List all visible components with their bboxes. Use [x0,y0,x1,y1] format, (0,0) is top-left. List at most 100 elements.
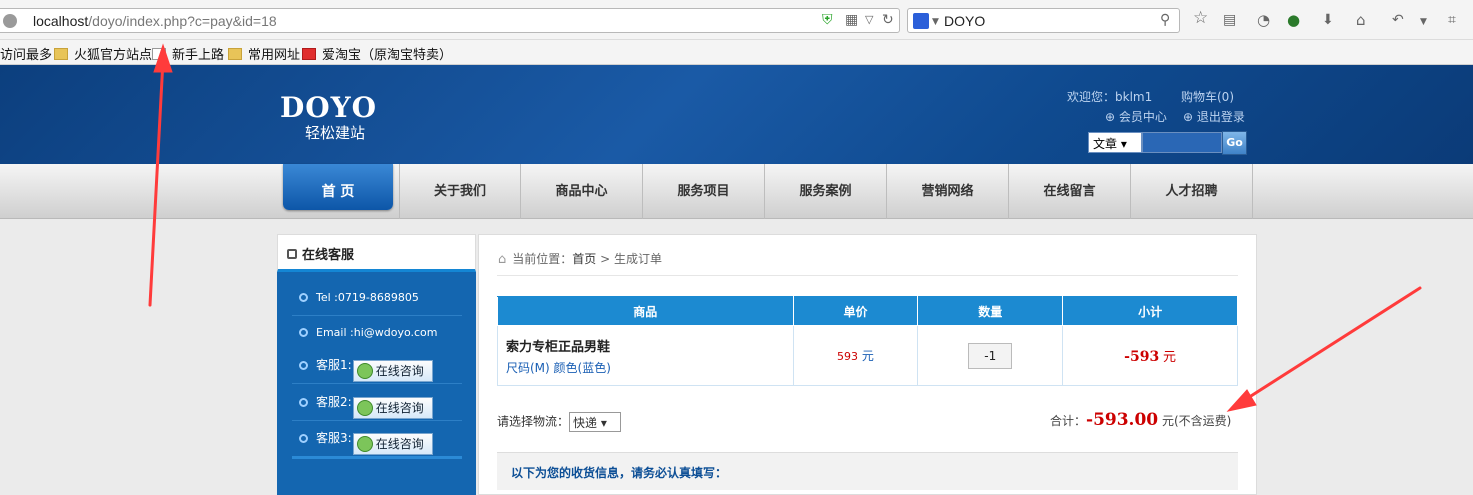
table-header-row: 商品 单价 数量 小计 [497,296,1238,326]
qrcode-icon[interactable]: ▦ [845,12,858,28]
unit-price: 593 [837,350,859,363]
table-row: 索力专柜正品男鞋 尺码(M) 颜色(蓝色) 593 元 -1 -593 元 [497,325,1238,386]
product-attrs: 尺码(M) 颜色(蓝色) [506,360,611,375]
chat-button-2[interactable]: 在线咨询 [352,397,433,419]
sidebar-service-3: 客服3: 在线咨询 [299,429,433,455]
download-icon[interactable]: ⬇ [1322,12,1334,28]
logo-slogan: 轻松建站 [305,124,366,142]
col-product: 商品 [497,296,794,326]
divider [292,315,462,316]
url-bar[interactable]: localhost/doyo/index.php?c=pay&id=18 [0,8,900,33]
square-bullet-icon [287,249,297,259]
search-text[interactable]: DOYO [944,13,985,29]
cart-link[interactable]: 购物车(0) [1181,88,1234,105]
search-engine-icon[interactable] [913,13,929,29]
shipping-row: 请选择物流： 快递 ▾ [497,412,622,432]
chevron-down-icon[interactable]: ▼ [932,14,939,30]
site-header [0,65,1473,164]
nav-home[interactable]: 首 页 [283,164,393,210]
reading-list-icon[interactable]: ▤ [1223,12,1236,28]
breadcrumb-home[interactable]: 首页 [572,252,596,266]
order-table: 商品 单价 数量 小计 索力专柜正品男鞋 尺码(M) 颜色(蓝色) 593 元 … [497,296,1238,386]
sidebar-header: 在线客服 [277,234,476,272]
nav-about[interactable]: 关于我们 [399,164,521,219]
logout-link[interactable]: ⊕ 退出登录 [1183,108,1245,125]
magnifier-icon[interactable]: ⚲ [1160,12,1170,28]
nav-message[interactable]: 在线留言 [1009,164,1131,219]
search-go-button[interactable]: Go [1222,131,1247,155]
chat-button-1[interactable]: 在线咨询 [352,360,433,382]
divider [292,456,462,459]
nav-products[interactable]: 商品中心 [521,164,643,219]
breadcrumb-current: 生成订单 [614,252,663,266]
bookmark-firefox-official[interactable]: 火狐官方站点 [54,44,152,63]
search-bar[interactable]: ▼ DOYO ⚲ [907,8,1180,33]
logo-text: DOYO [280,91,378,124]
col-unit-price: 单价 [792,296,919,326]
annotation-arrow-line [1238,286,1422,405]
qty-cell: -1 [917,325,1064,386]
circle-bullet-icon [299,361,308,370]
total-label: 合计： [1050,414,1087,428]
subtotal-cell: -593 元 [1062,325,1238,386]
nav-cases[interactable]: 服务案例 [765,164,887,219]
divider [292,420,462,421]
shipping-info-notice: 以下为您的收货信息，请务必认真填写： [497,452,1238,490]
order-total: 合计：-593.00 元(不含运费) [1050,410,1231,430]
shield-icon[interactable]: ⛨ [822,12,833,28]
chat-icon [356,400,373,416]
globe-icon [3,14,17,28]
bookmark-aitaobao[interactable]: 爱淘宝（原淘宝特卖） [302,44,452,63]
folder-icon [54,48,68,60]
bookmark-getting-started[interactable]: 新手上路 [152,44,224,63]
chat-icon [356,363,373,379]
product-name[interactable]: 索力专柜正品男鞋 [506,336,793,355]
col-subtotal: 小计 [1062,296,1238,326]
bookmark-common-sites[interactable]: 常用网址 [228,44,300,63]
col-quantity: 数量 [917,296,1064,326]
circle-bullet-icon [299,293,308,302]
shipping-label: 请选择物流： [497,414,570,429]
page-icon [152,48,166,60]
bookmark-most-visited[interactable]: 访问最多 [0,44,52,63]
sidebar-body: Tel :0719-8689805 Email :hi@wdoyo.com 客服… [277,272,476,495]
dropdown-icon[interactable]: ▽ [865,12,873,28]
welcome-text: 欢迎您：bklm1 [1067,90,1153,104]
search-category-select[interactable]: 文章 ▾ [1088,132,1142,153]
member-center-link[interactable]: ⊕ 会员中心 [1105,108,1167,125]
sidebar-title: 在线客服 [302,248,355,263]
reload-icon[interactable]: ↻ [882,12,894,28]
home-icon[interactable]: ⌂ [1356,12,1366,28]
site-logo[interactable]: DOYO 轻松建站 [280,93,405,149]
circle-bullet-icon [299,434,308,443]
nav-jobs[interactable]: 人才招聘 [1131,164,1253,219]
circle-bullet-icon [299,398,308,407]
palette-icon[interactable]: ◔ [1257,12,1270,28]
total-unit: 元(不含运费) [1161,414,1232,428]
chat-button-3[interactable]: 在线咨询 [352,433,433,455]
circle-bullet-icon [299,328,308,337]
sidebar-email: Email :hi@wdoyo.com [299,326,438,339]
divider [497,275,1238,276]
chat-icon [356,436,373,452]
nav-services[interactable]: 服务项目 [643,164,765,219]
site-search-input[interactable] [1142,132,1222,153]
divider [292,383,462,384]
taobao-icon [302,48,316,60]
star-icon[interactable]: ☆ [1193,10,1208,27]
subtotal: -593 [1124,349,1160,365]
sidebar-service-1: 客服1: 在线咨询 [299,356,433,382]
url-text[interactable]: localhost/doyo/index.php?c=pay&id=18 [33,13,277,29]
extension-icon[interactable]: ● [1287,12,1300,28]
quantity-input[interactable]: -1 [968,342,1013,369]
total-amount: -593.00 [1086,410,1159,430]
sidebar-service-2: 客服2: 在线咨询 [299,393,433,419]
nav-network[interactable]: 营销网络 [887,164,1009,219]
price-cell: 593 元 [792,325,919,386]
home-icon: ⌂ [498,252,507,267]
breadcrumb: ⌂ 当前位置：首页 > 生成订单 [498,252,663,267]
back-icon[interactable]: ↶ [1392,12,1404,28]
shipping-select[interactable]: 快递 ▾ [569,412,622,432]
crop-icon[interactable]: ⌗ [1448,12,1456,28]
chevron-down-icon[interactable]: ▼ [1420,14,1427,30]
